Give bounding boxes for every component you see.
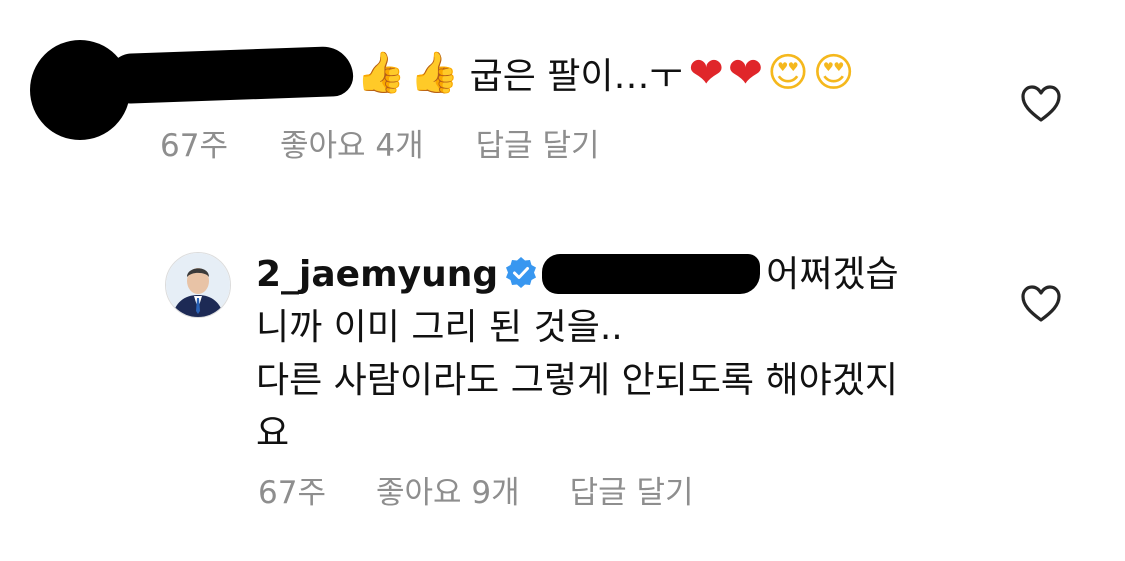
- red-heart-emoji: ❤: [688, 48, 724, 97]
- like-heart-icon[interactable]: [1020, 284, 1062, 324]
- red-heart-emoji: ❤: [727, 48, 764, 97]
- verified-badge-icon: [504, 252, 538, 288]
- comment-1-text: 👍 👍 굽은 팔이…ㅜ ❤ ❤ 😍 😍: [356, 42, 858, 104]
- comment-2-text: 2_jaemyung 어쩌겠습 니까 이미 그리 된 것을.. 다른 사람이라도…: [256, 248, 986, 460]
- comment-like-count[interactable]: 좋아요 9개: [376, 467, 520, 512]
- heart-eyes-emoji: 😍: [767, 50, 809, 96]
- reply-button[interactable]: 답글 달기: [476, 120, 600, 165]
- avatar[interactable]: [165, 252, 231, 318]
- comment-time: 67주: [258, 475, 326, 511]
- redacted-username: [107, 45, 354, 105]
- thumbs-up-emoji: 👍: [409, 50, 460, 96]
- thumbs-up-emoji: 👍: [356, 50, 406, 96]
- comment-2-line-2: 니까 이미 그리 된 것을..: [256, 307, 623, 348]
- comment-like-count[interactable]: 좋아요 4개: [280, 120, 424, 165]
- username-link[interactable]: 2_jaemyung: [256, 254, 498, 295]
- heart-eyes-emoji: 😍: [812, 50, 855, 96]
- reply-button[interactable]: 답글 달기: [570, 467, 694, 512]
- redacted-mention: [542, 254, 761, 294]
- comment-1-body: 굽은 팔이…ㅜ: [469, 56, 683, 97]
- comment-2-line-4: 요: [256, 413, 290, 454]
- comment-2-line-3: 다른 사람이라도 그렇게 안되도록 해야겠지: [256, 360, 898, 401]
- comment-time: 67주: [160, 128, 228, 164]
- comment-2-line-1: 어쩌겠습: [766, 254, 899, 295]
- like-heart-icon[interactable]: [1020, 84, 1062, 124]
- comment-1-meta: 67주 좋아요 4개 답글 달기: [160, 120, 600, 165]
- comment-2-meta: 67주 좋아요 9개 답글 달기: [258, 467, 694, 512]
